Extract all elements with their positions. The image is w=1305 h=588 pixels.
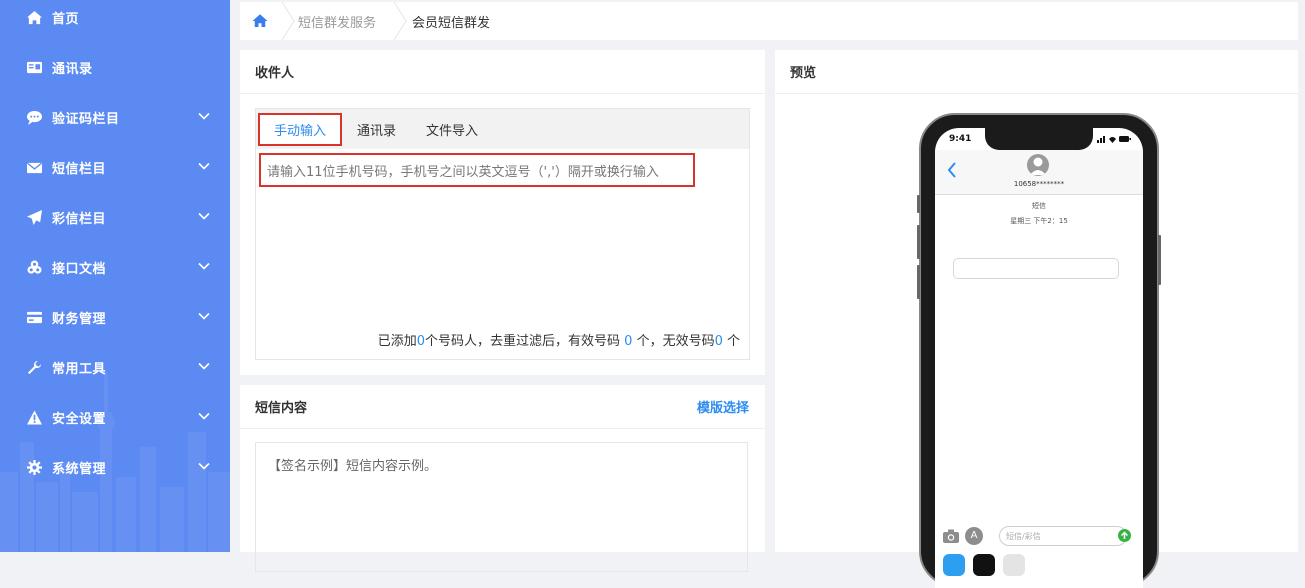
template-select-link[interactable]: 模版选择	[697, 397, 749, 416]
preview-panel: 预览 9:41 10658******** 短信 星期三 下午2：15 A 短信…	[775, 50, 1298, 588]
home-icon	[252, 14, 268, 27]
chevron-down-icon	[198, 360, 210, 372]
phone-volume-up	[917, 225, 920, 259]
contact-avatar-icon	[1027, 154, 1049, 176]
sidebar-item-label: 短信栏目	[52, 161, 107, 177]
contact-number: 10658********	[1013, 180, 1065, 188]
sidebar-item[interactable]: 验证码栏目	[0, 97, 230, 137]
phone-mute-switch	[917, 195, 920, 213]
chevron-down-icon	[198, 160, 210, 172]
recipients-panel: 收件人 手动输入 通讯录 文件导入 请输入11位手机号码，手机号之间以英文逗号（…	[240, 50, 765, 375]
warning-icon	[26, 409, 42, 425]
recipient-tabs: 手动输入 通讯录 文件导入 请输入11位手机号码，手机号之间以英文逗号（','）…	[255, 108, 750, 360]
sidebar-item[interactable]: 短信栏目	[0, 147, 230, 187]
paper-plane-icon	[26, 209, 42, 225]
tab-file-import[interactable]: 文件导入	[412, 109, 492, 149]
app-icon	[943, 554, 965, 576]
link-cubes-icon	[26, 259, 42, 275]
invalid-count: 0	[714, 334, 723, 349]
chevron-down-icon	[198, 260, 210, 272]
phone-notch	[985, 128, 1093, 150]
sidebar-item[interactable]: 系统管理	[0, 447, 230, 487]
chevron-down-icon	[198, 210, 210, 222]
chevron-down-icon	[198, 460, 210, 472]
camera-icon[interactable]	[943, 529, 959, 543]
signal-wifi-battery-icon	[1097, 136, 1131, 143]
sidebar-item[interactable]: 首页	[0, 0, 230, 37]
tab-contacts[interactable]: 通讯录	[343, 109, 410, 149]
sidebar-item-label: 首页	[52, 11, 80, 27]
credit-card-icon	[26, 309, 42, 325]
sidebar: 首页通讯录验证码栏目短信栏目彩信栏目接口文档财务管理常用工具安全设置系统管理	[0, 0, 230, 552]
app-store-icon[interactable]: A	[965, 527, 983, 545]
sms-content-panel: 短信内容 模版选择 【签名示例】短信内容示例。	[240, 385, 765, 572]
phone-message-input[interactable]: 短信/彩信	[999, 526, 1127, 546]
sidebar-item-label: 通讯录	[52, 61, 93, 77]
phone-volume-down	[917, 265, 920, 299]
app-dock	[943, 554, 1135, 576]
chat-bubble-icon	[26, 109, 42, 125]
chevron-separator-icon	[392, 1, 408, 41]
message-bubble	[953, 258, 1119, 279]
sms-content-title: 短信内容	[255, 401, 308, 416]
phone-mockup: 9:41 10658******** 短信 星期三 下午2：15 A 短信/彩信	[917, 113, 1161, 588]
message-header: 10658********	[935, 150, 1143, 195]
tab-bar: 手动输入 通讯录 文件导入	[256, 109, 749, 149]
wrench-icon	[26, 359, 42, 375]
sms-content-textarea[interactable]: 【签名示例】短信内容示例。	[255, 442, 748, 572]
home-icon	[26, 9, 42, 25]
gear-icon	[26, 459, 42, 475]
app-icon	[973, 554, 995, 576]
added-count: 0	[416, 334, 426, 349]
app-icon	[1003, 554, 1025, 576]
phone-numbers-input[interactable]: 请输入11位手机号码，手机号之间以英文逗号（','）隔开或换行输入	[259, 153, 695, 187]
send-arrow-icon[interactable]	[1118, 529, 1131, 542]
sidebar-item[interactable]: 安全设置	[0, 397, 230, 437]
chevron-separator-icon	[280, 1, 296, 41]
phone-screen: 9:41 10658******** 短信 星期三 下午2：15 A 短信/彩信	[935, 128, 1143, 588]
breadcrumb: 短信群发服务 会员短信群发	[240, 1, 1298, 41]
sidebar-item[interactable]: 常用工具	[0, 347, 230, 387]
back-chevron-icon[interactable]	[947, 162, 957, 178]
sidebar-item[interactable]: 彩信栏目	[0, 197, 230, 237]
sidebar-item-label: 财务管理	[52, 311, 107, 327]
chevron-down-icon	[198, 310, 210, 322]
sidebar-item-label: 常用工具	[52, 361, 107, 377]
sidebar-item-label: 接口文档	[52, 261, 107, 277]
compose-bar: A 短信/彩信	[943, 526, 1135, 548]
envelope-icon	[26, 159, 42, 175]
sidebar-item-label: 彩信栏目	[52, 211, 107, 227]
breadcrumb-item-current: 会员短信群发	[412, 15, 491, 31]
sms-content-header: 短信内容 模版选择	[240, 385, 765, 429]
sidebar-item-label: 安全设置	[52, 411, 107, 427]
breadcrumb-home[interactable]	[240, 2, 280, 40]
contact-card-icon	[26, 59, 42, 75]
tab-manual-input[interactable]: 手动输入	[258, 112, 343, 146]
thread-label: 短信	[1032, 202, 1046, 210]
chevron-down-icon	[198, 110, 210, 122]
sidebar-item-label: 系统管理	[52, 461, 107, 477]
breadcrumb-item-service[interactable]: 短信群发服务	[296, 12, 392, 31]
chevron-down-icon	[198, 410, 210, 422]
sidebar-item[interactable]: 通讯录	[0, 47, 230, 87]
phone-power-button	[1158, 235, 1161, 285]
recipients-title: 收件人	[240, 50, 765, 94]
thread-time: 星期三 下午2：15	[1010, 217, 1068, 225]
number-count-summary: 已添加0个号码人，去重过滤后，有效号码 0 个，无效号码0 个	[377, 334, 740, 349]
sidebar-item[interactable]: 财务管理	[0, 297, 230, 337]
status-time: 9:41	[949, 134, 972, 144]
preview-title: 预览	[775, 50, 1298, 94]
sidebar-item-label: 验证码栏目	[52, 111, 120, 127]
sidebar-item[interactable]: 接口文档	[0, 247, 230, 287]
